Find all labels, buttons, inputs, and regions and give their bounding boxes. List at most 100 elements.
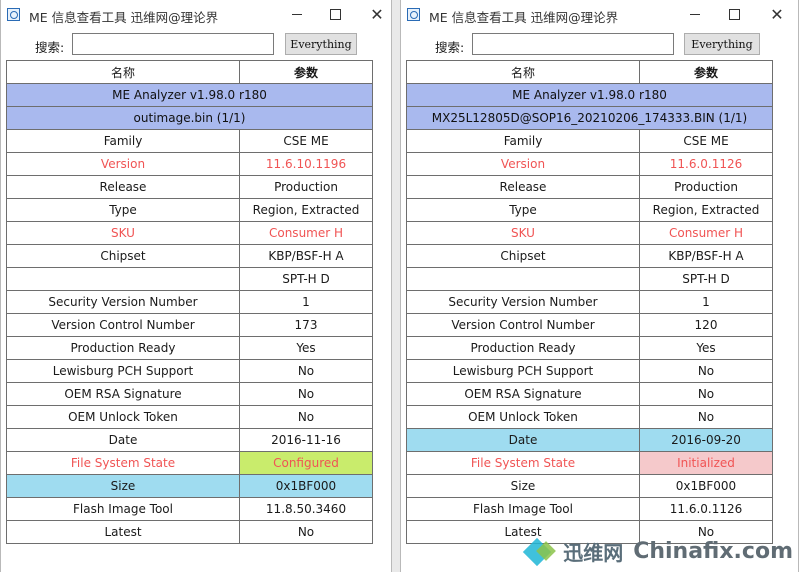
table-row[interactable]: Chipset KBP/BSF-H A [6, 244, 373, 268]
row-name: OEM RSA Signature [6, 382, 240, 406]
row-name: Date [406, 428, 640, 452]
title-bar[interactable]: ME 信息查看工具 迅维网@理论界 ✕ [401, 0, 798, 30]
table-row[interactable]: OEM RSA Signature No [406, 382, 773, 406]
row-value: CSE ME [239, 129, 373, 153]
search-label: 搜索: [35, 40, 65, 55]
table-row[interactable]: Version 11.6.10.1196 [6, 152, 373, 176]
row-value: 11.6.0.1126 [639, 497, 773, 521]
table-row[interactable]: Version Control Number 173 [6, 313, 373, 337]
table-row[interactable]: SPT-H D [406, 267, 773, 291]
table-row[interactable]: Family CSE ME [6, 129, 373, 153]
table-row[interactable]: Version 11.6.0.1126 [406, 152, 773, 176]
close-button[interactable]: ✕ [365, 4, 389, 24]
table-row[interactable]: OEM RSA Signature No [6, 382, 373, 406]
row-name: Version Control Number [6, 313, 240, 337]
col-header-param[interactable]: 参数 [239, 60, 373, 84]
table-row[interactable]: Production Ready Yes [406, 336, 773, 360]
search-input[interactable] [72, 33, 274, 55]
table-row[interactable]: SKU Consumer H [6, 221, 373, 245]
table-row[interactable]: Size 0x1BF000 [6, 474, 373, 498]
table-row[interactable]: Release Production [406, 175, 773, 199]
table-row[interactable]: OEM Unlock Token No [6, 405, 373, 429]
row-value: 2016-11-16 [239, 428, 373, 452]
close-button[interactable]: ✕ [765, 4, 789, 24]
table-row[interactable]: Size 0x1BF000 [406, 474, 773, 498]
row-name: Version [6, 152, 240, 176]
info-table: 名称 参数 ME Analyzer v1.98.0 r180 outimage.… [6, 60, 373, 544]
table-row[interactable]: Release Production [6, 175, 373, 199]
table-row[interactable]: File System State Initialized [406, 451, 773, 475]
row-name: Type [6, 198, 240, 222]
file-name-banner: outimage.bin (1/1) [6, 106, 373, 130]
row-value: 0x1BF000 [639, 474, 773, 498]
left-window: ME 信息查看工具 迅维网@理论界 ✕ 搜索: Everything 名称 参数… [0, 0, 392, 572]
table-row[interactable]: OEM Unlock Token No [406, 405, 773, 429]
row-value: 11.8.50.3460 [239, 497, 373, 521]
table-row[interactable]: File System State Configured [6, 451, 373, 475]
file-name-banner: MX25L12805D@SOP16_20210206_174333.BIN (1… [406, 106, 773, 130]
row-name: Lewisburg PCH Support [6, 359, 240, 383]
chinafix-watermark: 迅维网 Chinafix.com [525, 537, 793, 566]
search-input[interactable] [472, 33, 674, 55]
row-name: Version [406, 152, 640, 176]
table-row[interactable]: Chipset KBP/BSF-H A [406, 244, 773, 268]
row-name: Flash Image Tool [406, 497, 640, 521]
table-row[interactable]: Flash Image Tool 11.6.0.1126 [406, 497, 773, 521]
search-bar: 搜索: Everything [401, 30, 798, 60]
everything-button[interactable]: Everything [684, 33, 760, 55]
col-header-param[interactable]: 参数 [639, 60, 773, 84]
minimize-button[interactable] [683, 4, 707, 24]
search-bar: 搜索: Everything [1, 30, 391, 60]
table-row[interactable]: Date 2016-11-16 [6, 428, 373, 452]
table-header: 名称 参数 [406, 60, 773, 84]
table-row[interactable]: Flash Image Tool 11.8.50.3460 [6, 497, 373, 521]
row-name: Chipset [406, 244, 640, 268]
row-name: Flash Image Tool [6, 497, 240, 521]
col-header-name[interactable]: 名称 [406, 60, 640, 84]
table-row[interactable]: Type Region, Extracted [6, 198, 373, 222]
row-name: Production Ready [6, 336, 240, 360]
window-title: ME 信息查看工具 迅维网@理论界 [29, 10, 219, 25]
row-value: No [639, 382, 773, 406]
table-row[interactable]: Version Control Number 120 [406, 313, 773, 337]
row-value: Production [639, 175, 773, 199]
row-name: Type [406, 198, 640, 222]
title-bar[interactable]: ME 信息查看工具 迅维网@理论界 ✕ [1, 0, 391, 30]
table-row[interactable]: Latest No [6, 520, 373, 544]
everything-button[interactable]: Everything [285, 33, 357, 55]
row-value: Yes [239, 336, 373, 360]
maximize-button[interactable] [722, 4, 746, 24]
row-value: 1 [639, 290, 773, 314]
row-value: 11.6.10.1196 [239, 152, 373, 176]
row-name: Latest [6, 520, 240, 544]
row-value: No [239, 382, 373, 406]
row-name: Security Version Number [406, 290, 640, 314]
row-name: File System State [406, 451, 640, 475]
maximize-button[interactable] [323, 4, 347, 24]
row-value: 120 [639, 313, 773, 337]
watermark-cn-text: 迅维网 [563, 541, 624, 565]
col-header-name[interactable]: 名称 [6, 60, 240, 84]
row-value: 2016-09-20 [639, 428, 773, 452]
table-row[interactable]: Production Ready Yes [6, 336, 373, 360]
row-value: 1 [239, 290, 373, 314]
row-name [6, 267, 240, 291]
table-row[interactable]: Family CSE ME [406, 129, 773, 153]
info-table: 名称 参数 ME Analyzer v1.98.0 r180 MX25L1280… [406, 60, 773, 544]
minimize-button[interactable] [285, 4, 309, 24]
table-row[interactable]: Lewisburg PCH Support No [406, 359, 773, 383]
window-title: ME 信息查看工具 迅维网@理论界 [429, 10, 619, 25]
table-row[interactable]: SPT-H D [6, 267, 373, 291]
table-row[interactable]: Lewisburg PCH Support No [6, 359, 373, 383]
table-row[interactable]: SKU Consumer H [406, 221, 773, 245]
row-value: Initialized [639, 451, 773, 475]
row-value: KBP/BSF-H A [239, 244, 373, 268]
table-row[interactable]: Date 2016-09-20 [406, 428, 773, 452]
row-name: Release [6, 175, 240, 199]
table-row[interactable]: Type Region, Extracted [406, 198, 773, 222]
chinafix-logo-icon [525, 538, 559, 566]
row-name: Production Ready [406, 336, 640, 360]
table-row[interactable]: Security Version Number 1 [6, 290, 373, 314]
analyzer-version-banner: ME Analyzer v1.98.0 r180 [6, 83, 373, 107]
table-row[interactable]: Security Version Number 1 [406, 290, 773, 314]
